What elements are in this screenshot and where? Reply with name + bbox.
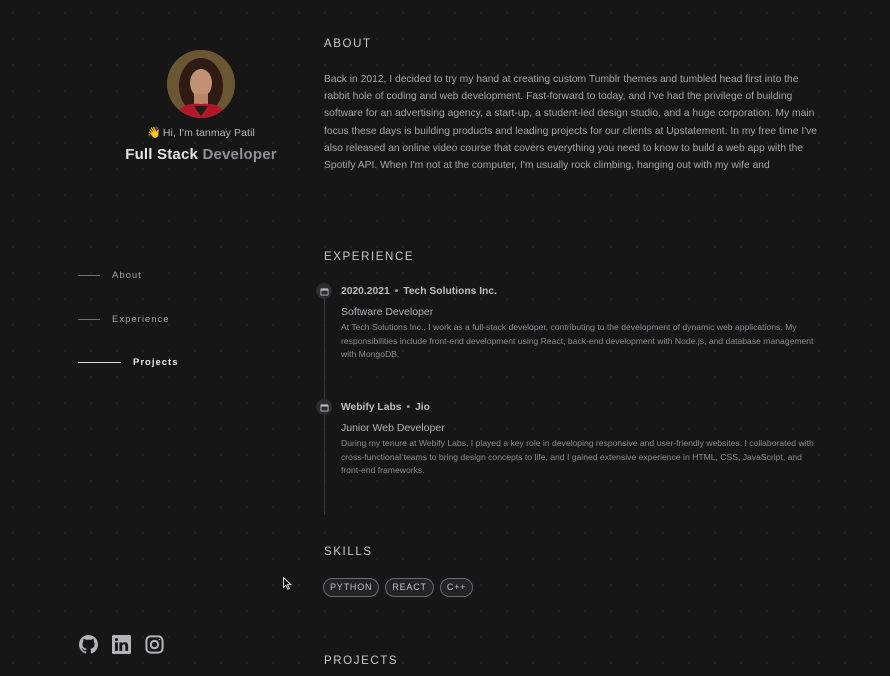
linkedin-icon[interactable]: [112, 635, 131, 654]
profile-card: 👋 Hi, I'm tanmay Patil Full Stack Develop…: [100, 50, 302, 163]
experience-heading: EXPERIENCE: [324, 251, 415, 263]
job-header: 2020.2021 • Tech Solutions Inc.: [341, 286, 497, 297]
calendar-icon: [316, 283, 332, 299]
calendar-icon: [316, 399, 332, 415]
avatar: [167, 50, 235, 118]
skill-chip: REACT: [385, 578, 434, 597]
skills-heading: SKILLS: [324, 546, 373, 558]
job-company: Tech Solutions Inc.: [403, 286, 497, 297]
nav-item-projects[interactable]: Projects: [78, 357, 179, 368]
skill-chip: PYTHON: [323, 578, 380, 597]
nav-label: Projects: [133, 357, 179, 368]
nav-indicator: [78, 319, 100, 320]
about-paragraph: Back in 2012, I decided to try my hand a…: [324, 74, 818, 172]
nav-label: About: [112, 270, 142, 281]
job-position: Junior Web Developer: [341, 422, 445, 434]
waving-hand-icon: 👋: [147, 127, 161, 139]
job-period: Webify Labs: [341, 402, 402, 413]
github-icon[interactable]: [79, 635, 98, 654]
nav-label: Experience: [112, 314, 170, 325]
role-title: Full Stack Developer: [100, 146, 302, 163]
greeting-label: Hi, I'm tanmay Patil: [162, 127, 255, 139]
mouse-cursor-icon: [283, 577, 292, 590]
nav-item-about[interactable]: About: [78, 270, 142, 281]
greeting-text: 👋 Hi, I'm tanmay Patil: [100, 126, 302, 139]
nav-indicator: [78, 362, 121, 363]
nav-indicator: [78, 275, 100, 276]
portfolio-page: 👋 Hi, I'm tanmay Patil Full Stack Develop…: [0, 0, 890, 676]
job-position: Software Developer: [341, 306, 434, 318]
role-part2: Developer: [202, 146, 277, 163]
separator-dot: •: [406, 402, 411, 413]
projects-heading: PROJECTS: [324, 655, 399, 667]
job-description: At Tech Solutions Inc., I work as a full…: [341, 322, 814, 360]
about-heading: ABOUT: [324, 38, 372, 50]
job-description: During my tenure at Webify Labs, I playe…: [341, 438, 814, 476]
instagram-icon[interactable]: [145, 635, 164, 654]
skill-chip: C++: [439, 578, 474, 597]
job-company: Jio: [415, 402, 430, 413]
nav-item-experience[interactable]: Experience: [78, 314, 170, 325]
skills-list: PYTHON REACT C++: [323, 578, 474, 597]
separator-dot: •: [394, 286, 399, 297]
job-header: Webify Labs • Jio: [341, 402, 430, 413]
role-part1: Full Stack: [125, 146, 199, 163]
social-links: [79, 635, 164, 654]
job-period: 2020.2021: [341, 286, 390, 297]
